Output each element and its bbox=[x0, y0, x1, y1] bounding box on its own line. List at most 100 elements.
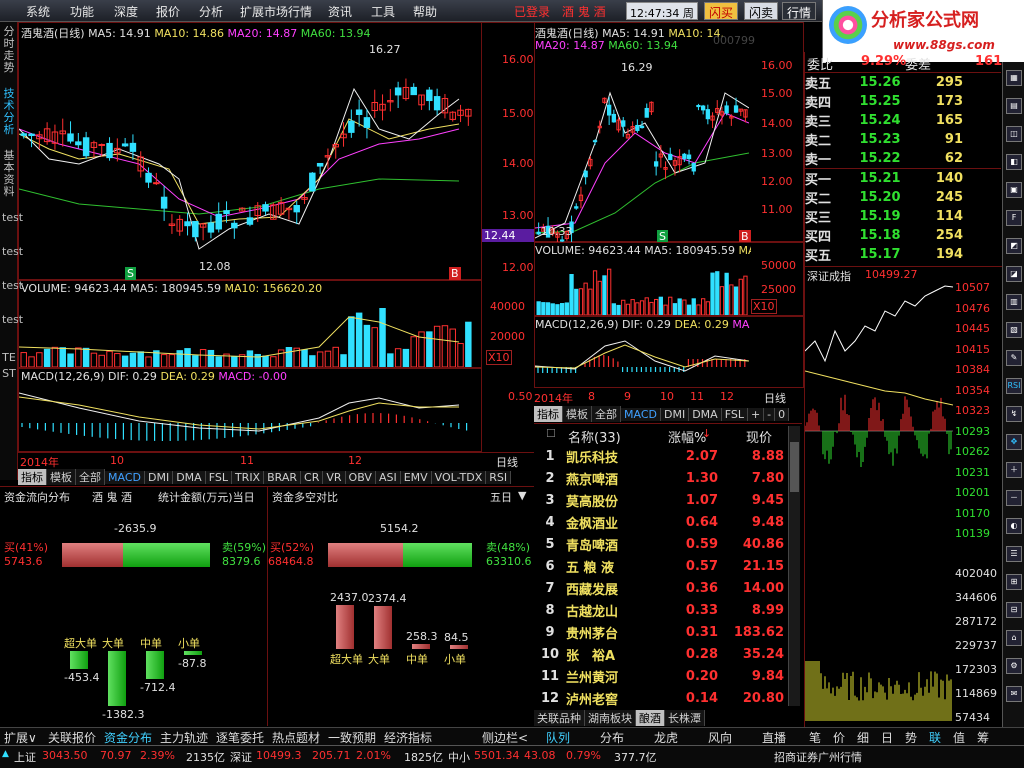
chevron-down-icon[interactable]: ▼ bbox=[518, 489, 526, 502]
bottom-tab-expand[interactable]: 扩展∨ bbox=[4, 729, 37, 746]
menu-news[interactable]: 资讯 bbox=[328, 3, 352, 20]
right-tab-detail[interactable]: 细 bbox=[857, 729, 869, 746]
stock-row[interactable]: 3 莫高股份 1.07 9.45 bbox=[534, 489, 788, 511]
list-tab-related[interactable]: 关联品种 bbox=[534, 710, 585, 726]
stock-row[interactable]: 6 五 粮 液 0.57 21.15 bbox=[534, 555, 788, 577]
toolbar-icon-14[interactable]: ☰ bbox=[1006, 546, 1022, 562]
tab-obv[interactable]: OBV bbox=[345, 471, 376, 484]
tab-template[interactable]: 模板 bbox=[47, 469, 76, 485]
list-header-price[interactable]: 现价 bbox=[746, 427, 772, 446]
list-header-change[interactable]: 涨幅% bbox=[668, 427, 706, 446]
sidebar-item-test-4[interactable]: test bbox=[2, 314, 23, 344]
bid-row[interactable]: 买一 15.21 140 bbox=[805, 168, 1001, 188]
bottom-tab-consensus[interactable]: 一致预期 bbox=[328, 729, 376, 746]
menu-system[interactable]: 系统 bbox=[26, 3, 50, 20]
stock-row[interactable]: 9 贵州茅台 0.31 183.62 bbox=[534, 621, 788, 643]
quote-button[interactable]: 行情 bbox=[782, 2, 817, 20]
tab-emv[interactable]: EMV bbox=[400, 471, 432, 484]
bottom-tab-order-detail[interactable]: 逐笔委托 bbox=[216, 729, 264, 746]
tab-dmi[interactable]: DMI bbox=[144, 471, 174, 484]
list-header-checkbox[interactable]: ☐ bbox=[546, 427, 556, 440]
tab-dma[interactable]: DMA bbox=[173, 471, 206, 484]
mini-tab-zero[interactable]: 0 bbox=[775, 408, 790, 421]
sidebar-item-test-1[interactable]: test bbox=[2, 212, 23, 242]
ask-row[interactable]: 卖二 15.23 91 bbox=[805, 130, 1001, 149]
right-tab-price[interactable]: 价 bbox=[833, 729, 845, 746]
toolbar-icon-4[interactable]: ◧ bbox=[1006, 154, 1022, 170]
toolbar-icon-19[interactable]: ✉ bbox=[1006, 686, 1022, 702]
tab-macd[interactable]: MACD bbox=[105, 471, 145, 484]
stock-row[interactable]: 11 兰州黄河 0.20 9.84 bbox=[534, 665, 788, 687]
sidebar-item-fundamentals[interactable]: 基本资料 bbox=[2, 150, 16, 210]
main-kline-panel[interactable]: 酒鬼酒(日线) MA5: 14.91 MA10: 14.86 MA20: 14.… bbox=[18, 22, 482, 280]
stock-row[interactable]: 5 青岛啤酒 0.59 40.86 bbox=[534, 533, 788, 555]
sidebar-item-test-2[interactable]: test bbox=[2, 246, 23, 276]
bottom-tab-economic[interactable]: 经济指标 bbox=[384, 729, 432, 746]
toolbar-icon-11[interactable]: ✎ bbox=[1006, 350, 1022, 366]
stock-row[interactable]: 4 金枫酒业 0.64 9.48 bbox=[534, 511, 788, 533]
sidebar-item-technical[interactable]: 技术分析 bbox=[2, 88, 16, 148]
tab-trix[interactable]: TRIX bbox=[231, 471, 265, 484]
toolbar-icon-2[interactable]: ▤ bbox=[1006, 98, 1022, 114]
sidebar-item-te[interactable]: TE bbox=[2, 352, 16, 366]
tab-rsi[interactable]: RSI bbox=[486, 471, 512, 484]
stock-row[interactable]: 1 凯乐科技 2.07 8.88 bbox=[534, 445, 788, 467]
toolbar-icon-9[interactable]: ▥ bbox=[1006, 294, 1022, 310]
mini-volume-panel[interactable]: VOLUME: 94623.44 MA5: 180945.59 MA 50000… bbox=[534, 242, 804, 316]
menu-extended-market[interactable]: 扩展市场行情 bbox=[240, 3, 312, 20]
list-tab-changzhutan[interactable]: 长株潭 bbox=[665, 710, 705, 726]
toolbar-icon-7[interactable]: ◩ bbox=[1006, 238, 1022, 254]
ask-row[interactable]: 卖一 15.22 62 bbox=[805, 149, 1001, 169]
sidebar-item-test-3[interactable]: test bbox=[2, 280, 23, 310]
tab-cr[interactable]: CR bbox=[301, 471, 324, 484]
mini-tab-plus[interactable]: + bbox=[747, 408, 765, 421]
menu-function[interactable]: 功能 bbox=[70, 3, 94, 20]
right-tab-tick[interactable]: 笔 bbox=[809, 729, 821, 746]
ask-row[interactable]: 卖五 15.26 295 bbox=[805, 73, 1001, 92]
bid-row[interactable]: 买四 15.18 254 bbox=[805, 226, 1001, 245]
list-tab-liquor[interactable]: 酿酒 bbox=[636, 710, 665, 726]
mini-tab-all[interactable]: 全部 bbox=[592, 406, 621, 422]
tab-vol-tdx[interactable]: VOL-TDX bbox=[431, 471, 487, 484]
zoom-in-icon[interactable]: ＋ bbox=[1006, 462, 1022, 478]
cycle-daily-button[interactable]: 日线 bbox=[496, 454, 518, 470]
bottom-tab-related-quote[interactable]: 关联报价 bbox=[48, 729, 96, 746]
list-scrollbar[interactable] bbox=[788, 426, 800, 706]
toolbar-icon-8[interactable]: ◪ bbox=[1006, 266, 1022, 282]
tab-asi[interactable]: ASI bbox=[375, 471, 401, 484]
flash-sell-button[interactable]: 闪卖 bbox=[744, 2, 779, 20]
toolbar-icon-12[interactable]: ↯ bbox=[1006, 406, 1022, 422]
bid-row[interactable]: 买三 15.19 114 bbox=[805, 207, 1001, 226]
bottom-tab-main-track[interactable]: 主力轨迹 bbox=[160, 729, 208, 746]
stock-row[interactable]: 7 西藏发展 0.36 14.00 bbox=[534, 577, 788, 599]
bottom-tab-sidebar[interactable]: 侧边栏< bbox=[482, 729, 528, 746]
mini-tab-dma[interactable]: DMA bbox=[689, 408, 722, 421]
bid-row[interactable]: 买二 15.20 245 bbox=[805, 188, 1001, 207]
list-bottom-tab-live[interactable]: 直播 bbox=[762, 729, 786, 746]
menu-help[interactable]: 帮助 bbox=[413, 3, 437, 20]
stock-row[interactable]: 8 古越龙山 0.33 8.99 bbox=[534, 599, 788, 621]
list-bottom-tab-distribution[interactable]: 分布 bbox=[600, 729, 624, 746]
menu-depth[interactable]: 深度 bbox=[114, 3, 138, 20]
zoom-out-icon[interactable]: － bbox=[1006, 490, 1022, 506]
list-header-name[interactable]: 名称(33) bbox=[568, 427, 621, 446]
right-tab-value[interactable]: 值 bbox=[953, 729, 965, 746]
mini-tab-fsl[interactable]: FSL bbox=[721, 408, 748, 421]
ask-row[interactable]: 卖三 15.24 165 bbox=[805, 111, 1001, 130]
bid-row[interactable]: 买五 15.17 194 bbox=[805, 245, 1001, 264]
toolbar-icon-13[interactable]: ◐ bbox=[1006, 518, 1022, 534]
menu-tools[interactable]: 工具 bbox=[371, 3, 395, 20]
stock-row[interactable]: 2 燕京啤酒 1.30 7.80 bbox=[534, 467, 788, 489]
stock-row[interactable]: 12 泸州老窖 0.14 20.80 bbox=[534, 687, 788, 709]
tab-vr[interactable]: VR bbox=[323, 471, 346, 484]
volume-panel[interactable]: VOLUME: 94623.44 MA5: 180945.59 MA10: 15… bbox=[18, 280, 482, 368]
mini-tab-dmi[interactable]: DMI bbox=[660, 408, 690, 421]
mini-kline-panel[interactable]: 酒鬼酒(日线) MA5: 14.91 MA10: 14. MA20: 14.87… bbox=[534, 22, 804, 243]
toolbar-icon-16[interactable]: ⊟ bbox=[1006, 602, 1022, 618]
toolbar-icon-17[interactable]: ⌂ bbox=[1006, 630, 1022, 646]
right-tab-day[interactable]: 日 bbox=[881, 729, 893, 746]
macd-panel[interactable]: MACD(12,26,9) DIF: 0.29 DEA: 0.29 MACD: … bbox=[18, 368, 482, 452]
list-tab-hunan[interactable]: 湖南板块 bbox=[585, 710, 636, 726]
right-tab-trend[interactable]: 势 bbox=[905, 729, 917, 746]
menu-quote[interactable]: 报价 bbox=[156, 3, 180, 20]
